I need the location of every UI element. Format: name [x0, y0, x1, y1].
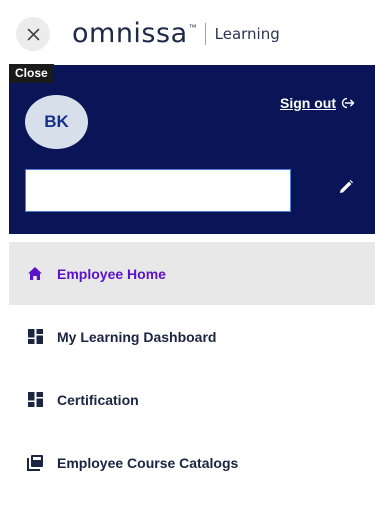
sign-out-link[interactable]: Sign out: [280, 95, 355, 111]
nav-menu: Employee Home My Learning Dashboard Cert…: [9, 242, 375, 494]
logo-subtitle: Learning: [214, 25, 280, 43]
nav-item-employee-course-catalogs[interactable]: Employee Course Catalogs: [9, 431, 375, 494]
nav-item-label: Employee Course Catalogs: [57, 454, 239, 471]
nav-item-certification[interactable]: Certification: [9, 368, 375, 431]
edit-button[interactable]: [335, 176, 357, 198]
profile-panel: BK Sign out: [9, 65, 375, 234]
avatar: BK: [25, 95, 88, 149]
catalog-icon: [27, 454, 43, 471]
sign-out-icon: [341, 97, 355, 109]
logo-divider: [204, 23, 206, 45]
close-tooltip: Close: [9, 64, 54, 83]
nav-item-label: Employee Home: [57, 265, 166, 282]
logo-wordmark: omnissa: [72, 18, 188, 49]
nav-item-my-learning-dashboard[interactable]: My Learning Dashboard: [9, 305, 375, 368]
nav-item-label: My Learning Dashboard: [57, 328, 217, 345]
sign-out-label: Sign out: [280, 95, 336, 111]
top-bar: omnissa ™ Learning: [0, 0, 375, 62]
name-field[interactable]: [25, 169, 291, 212]
nav-item-employee-home[interactable]: Employee Home: [9, 242, 375, 305]
logo-trademark: ™: [188, 23, 197, 32]
home-icon: [27, 266, 43, 282]
close-button[interactable]: [16, 17, 50, 51]
pencil-icon: [340, 180, 353, 193]
avatar-initials: BK: [44, 112, 69, 131]
nav-item-label: Certification: [57, 391, 139, 408]
dashboard-icon: [27, 329, 43, 345]
close-icon: [27, 28, 39, 40]
page: omnissa ™ Learning Close BK Sign out Emp…: [0, 0, 375, 527]
dashboard-icon: [27, 392, 43, 408]
omnissa-learning-logo: omnissa ™ Learning: [72, 19, 280, 49]
